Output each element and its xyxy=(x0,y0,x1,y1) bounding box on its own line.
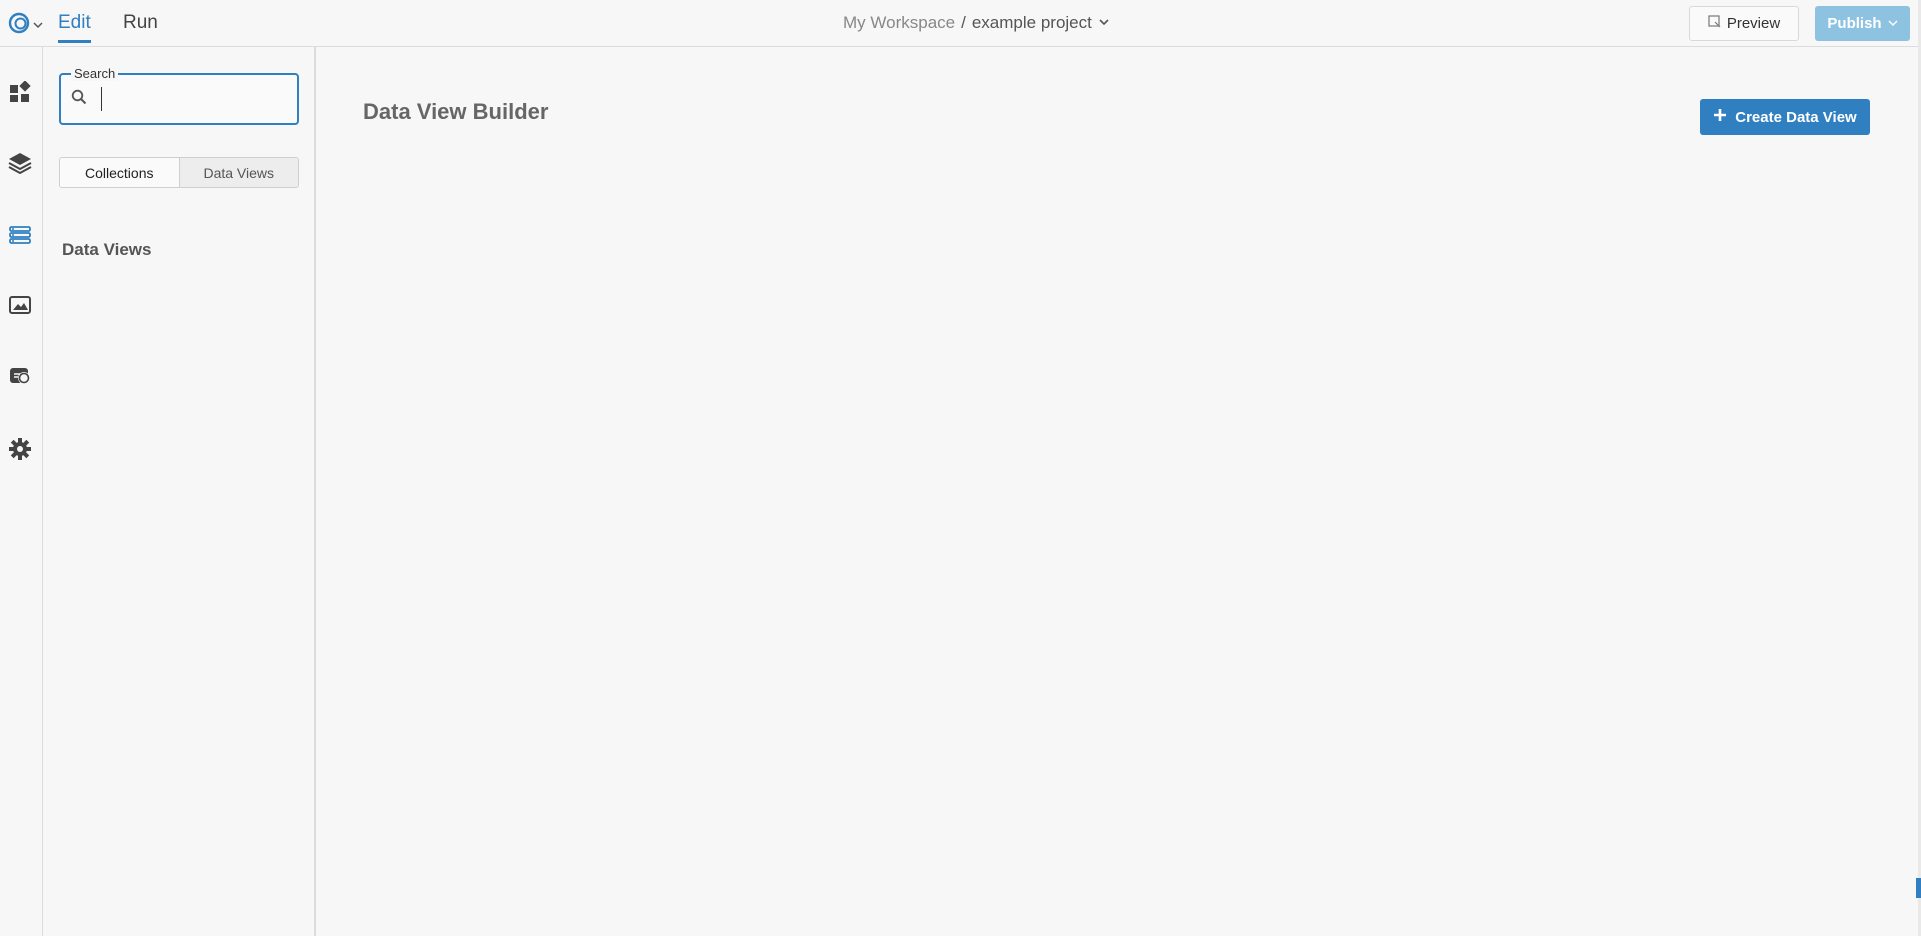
tab-run[interactable]: Run xyxy=(123,12,158,43)
search-input[interactable] xyxy=(101,87,286,111)
dashboard-icon[interactable] xyxy=(7,79,33,105)
view-toggle: Collections Data Views xyxy=(59,157,299,188)
preview-label: Preview xyxy=(1726,15,1781,32)
publish-button[interactable]: Publish xyxy=(1815,6,1910,41)
search-label: Search xyxy=(71,66,119,81)
top-bar: Edit Run My Workspace / example project … xyxy=(0,0,1921,47)
image-icon[interactable] xyxy=(7,292,33,318)
side-panel: Search Collections Data Views Data Views xyxy=(43,47,316,936)
workspace-name[interactable]: My Workspace xyxy=(843,13,955,33)
breadcrumb-separator: / xyxy=(961,13,966,32)
breadcrumb: My Workspace / example project xyxy=(843,13,1110,33)
plus-icon xyxy=(1713,108,1727,126)
publish-label: Publish xyxy=(1827,15,1882,32)
segment-collections[interactable]: Collections xyxy=(60,158,180,187)
left-rail xyxy=(0,47,43,936)
api-icon[interactable] xyxy=(7,363,33,389)
search-field[interactable]: Search xyxy=(59,66,299,125)
create-data-view-label: Create Data View xyxy=(1735,108,1857,126)
preview-button[interactable]: Preview xyxy=(1689,6,1799,41)
scroll-indicator xyxy=(1916,878,1921,898)
chevron-down-icon xyxy=(1888,15,1898,32)
app-logo-menu[interactable] xyxy=(8,12,43,39)
layers-icon[interactable] xyxy=(7,150,33,176)
page-title: Data View Builder xyxy=(363,99,549,124)
main-content: Data View Builder Create Data View xyxy=(316,47,1921,936)
project-name[interactable]: example project xyxy=(972,13,1092,33)
chevron-down-icon xyxy=(33,17,43,35)
search-icon xyxy=(71,89,87,110)
window-bottom-edge xyxy=(0,936,1921,941)
chevron-down-icon[interactable] xyxy=(1098,13,1110,33)
section-heading: Data Views xyxy=(62,240,152,259)
tab-edit[interactable]: Edit xyxy=(58,12,91,43)
data-list-icon[interactable] xyxy=(7,222,33,248)
preview-icon xyxy=(1708,15,1721,32)
segment-data-views[interactable]: Data Views xyxy=(179,158,298,187)
app-logo-icon xyxy=(8,12,30,39)
gear-icon[interactable] xyxy=(7,436,33,462)
create-data-view-button[interactable]: Create Data View xyxy=(1700,99,1870,135)
